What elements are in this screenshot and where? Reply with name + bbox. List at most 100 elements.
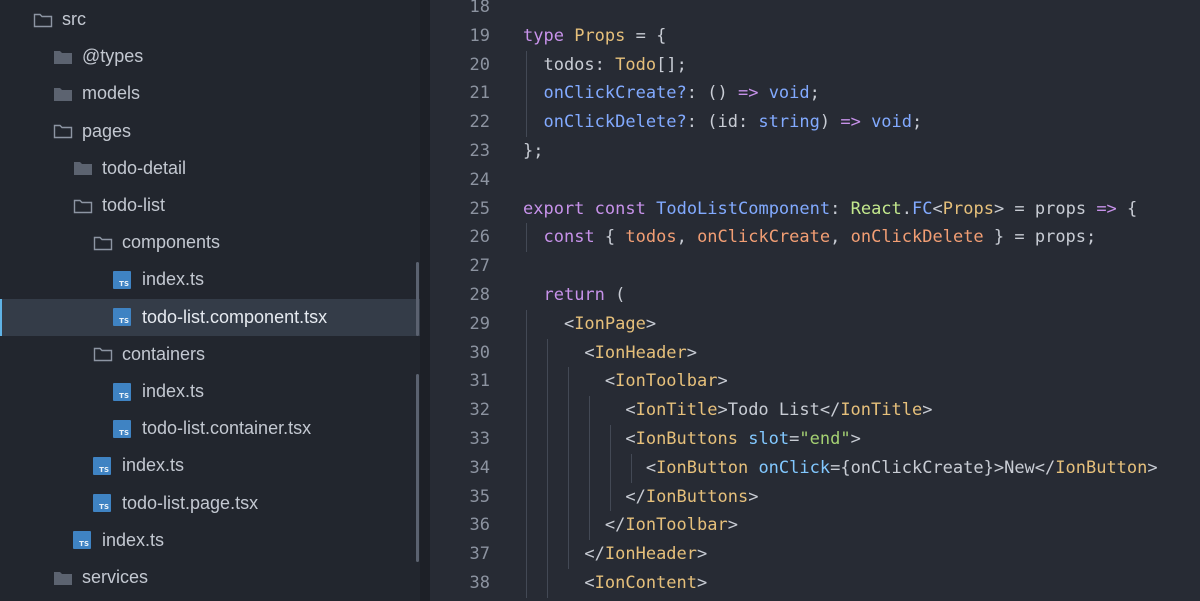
code-token: const	[594, 198, 646, 219]
code-token: IonToolbar	[615, 371, 718, 392]
code-line[interactable]: 38 <IonContent>	[430, 569, 1200, 598]
tree-item-label: todo-list	[102, 195, 166, 215]
typescript-file-icon: TS	[113, 419, 131, 438]
file-item[interactable]: TS index.ts	[0, 373, 420, 410]
code-token: onClick	[758, 457, 831, 478]
code-text: onClickCreate?: () => void;	[523, 79, 819, 108]
code-token: >Todo List</	[717, 400, 841, 421]
code-token: {	[594, 227, 626, 248]
code-token: <	[523, 371, 616, 392]
code-line[interactable]: 30 <IonHeader>	[430, 339, 1200, 368]
file-item[interactable]: TS todo-list.page.tsx	[0, 485, 420, 522]
code-line[interactable]: 26 const { todos, onClickCreate, onClick…	[430, 223, 1200, 252]
code-token: <	[523, 342, 595, 363]
code-editor[interactable]: 18 19 type Props = {20 todos: Todo[]; 21 on…	[430, 0, 1200, 601]
folder-item[interactable]: services	[0, 559, 420, 596]
code-line[interactable]: 29 <IonPage>	[430, 310, 1200, 339]
code-token: =>	[737, 83, 759, 104]
code-line[interactable]: 37 </IonHeader>	[430, 540, 1200, 569]
line-number: 37	[469, 544, 490, 565]
code-token: Props	[574, 25, 626, 46]
explorer-scrollbar-top[interactable]	[416, 262, 419, 336]
tree-item-label: todo-list.component.tsx	[142, 306, 328, 327]
line-number: 32	[469, 400, 490, 421]
code-token: </	[523, 486, 646, 507]
code-line[interactable]: 21 onClickCreate?: () => void;	[430, 79, 1200, 108]
typescript-file-icon: TS	[73, 531, 91, 550]
code-line[interactable]: 33 <IonButtons slot="end">	[430, 425, 1200, 454]
code-line[interactable]: 23};	[430, 137, 1200, 166]
code-line[interactable]: 34 <IonButton onClick={onClickCreate}>Ne…	[430, 454, 1200, 483]
code-token: return	[543, 285, 605, 305]
file-item[interactable]: TS index.ts	[0, 447, 420, 484]
file-item[interactable]: TS index.ts	[0, 522, 420, 559]
code-token: <	[523, 313, 575, 334]
line-number: 30	[469, 342, 490, 363]
code-line[interactable]: 31 <IonToolbar>	[430, 367, 1200, 396]
file-item[interactable]: TS todo-list.component.tsx	[0, 298, 420, 336]
line-number: 29	[469, 313, 490, 334]
code-token: onClickDelete	[850, 227, 984, 248]
code-token: : ()	[686, 83, 738, 104]
folder-item[interactable]: todo-list	[0, 187, 420, 224]
code-text: <IonHeader>	[523, 339, 697, 368]
folder-item[interactable]: containers	[0, 336, 420, 373]
code-line[interactable]: 32 <IonTitle>Todo List</IonTitle>	[430, 396, 1200, 425]
code-token: onClickDelete?	[523, 112, 687, 133]
code-line[interactable]: 24	[430, 166, 1200, 195]
tree-item-label: index.ts	[122, 455, 185, 476]
code-token: React	[850, 198, 902, 219]
folder-item[interactable]: src	[0, 1, 420, 38]
explorer-scrollbar-bottom[interactable]	[416, 374, 419, 562]
code-token: >	[850, 429, 861, 449]
line-number: 25	[469, 198, 490, 219]
code-line[interactable]: 28 return (	[430, 281, 1200, 310]
folder-item[interactable]: components	[0, 224, 420, 261]
code-line[interactable]: 20 todos: Todo[];	[430, 51, 1200, 80]
code-token: <	[932, 198, 943, 219]
code-text: export const TodoListComponent: React.FC…	[523, 195, 1137, 224]
folder-icon	[53, 568, 73, 588]
code-text: <IonContent>	[523, 569, 707, 598]
code-line[interactable]: 27	[430, 252, 1200, 281]
file-item[interactable]: TS todo-list.container.tsx	[0, 410, 420, 447]
code-token: IonPage	[574, 313, 646, 334]
code-line[interactable]: 36 </IonToolbar>	[430, 511, 1200, 540]
code-token: export	[523, 198, 585, 219]
code-token: </	[523, 515, 626, 536]
code-line[interactable]: 19 type Props = {	[430, 22, 1200, 51]
code-token: : (id:	[686, 112, 759, 133]
file-explorer: services TS index.ts TS todo-list.page.tsx TS…	[0, 0, 420, 601]
tree-item-label: todo-detail	[102, 157, 187, 178]
code-text: <IonTitle>Todo List</IonTitle>	[523, 396, 932, 425]
file-item[interactable]: TS index.ts	[0, 261, 420, 298]
tree-item-label: todo-list.page.tsx	[122, 492, 259, 513]
folder-item[interactable]: pages	[0, 113, 420, 150]
pane-divider[interactable]	[420, 0, 430, 601]
code-token: ,	[830, 227, 851, 248]
folder-item[interactable]: @types	[0, 38, 420, 75]
tree-item-label: services	[82, 567, 149, 587]
code-token: FC	[912, 198, 933, 219]
tree-item-label: @types	[82, 46, 144, 67]
code-token: = {	[625, 25, 667, 46]
code-text: <IonToolbar>	[523, 367, 728, 396]
code-token: )	[819, 112, 841, 133]
line-number: 34	[469, 457, 490, 478]
tree-item-label: components	[122, 232, 221, 253]
code-line[interactable]: 35 </IonButtons>	[430, 483, 1200, 512]
code-line[interactable]: 25 export const TodoListComponent: React.…	[430, 195, 1200, 224]
folder-item[interactable]: models	[0, 75, 420, 112]
code-token: IonTitle	[635, 400, 718, 421]
tree-item-label: index.ts	[142, 269, 205, 290]
folder-open-icon	[93, 233, 113, 253]
code-token: =>	[840, 112, 861, 133]
code-token: IonContent	[594, 573, 698, 593]
code-line[interactable]: 18	[430, 0, 1200, 22]
code-line[interactable]: 22 onClickDelete?: (id: string) => void;	[430, 108, 1200, 137]
code-token: void	[871, 112, 913, 133]
code-token: onClickCreate	[697, 227, 831, 248]
folder-item[interactable]: todo-detail	[0, 150, 420, 187]
